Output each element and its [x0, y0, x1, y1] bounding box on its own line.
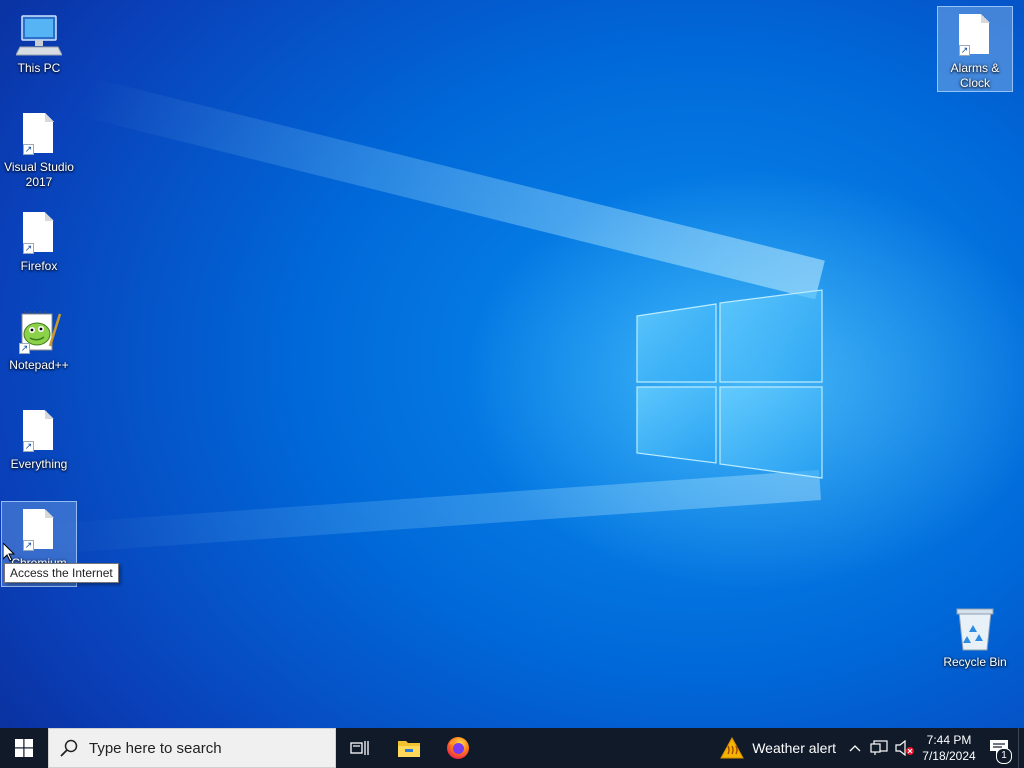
start-button[interactable] [0, 728, 48, 768]
shortcut-arrow-icon: ↗ [23, 243, 34, 254]
firefox-icon [447, 737, 469, 759]
desktop-icon-this-pc[interactable]: This PC [1, 6, 77, 92]
volume-tray-button[interactable] [892, 728, 918, 768]
taskbar: Type here to search Weather alert 7:44 P… [0, 728, 1024, 768]
notification-count-badge: 1 [996, 748, 1012, 764]
network-tray-button[interactable] [866, 728, 892, 768]
desktop-icon-notepadpp[interactable]: ↗ Notepad++ [1, 303, 77, 389]
search-placeholder: Type here to search [89, 739, 222, 757]
shortcut-arrow-icon: ↗ [23, 144, 34, 155]
desktop-icon-alarms-clock[interactable]: ↗ Alarms & Clock [937, 6, 1013, 92]
mouse-cursor-icon [3, 543, 15, 562]
desktop-background: This PC ↗ Visual Studio 2017 ↗ Firefox ↗… [0, 0, 1024, 728]
action-center-button[interactable]: 1 [980, 728, 1018, 768]
desktop-icon-label: Everything [10, 457, 68, 471]
shortcut-arrow-icon: ↗ [19, 343, 30, 354]
file-shortcut-icon: ↗ [15, 209, 63, 257]
desktop-icon-firefox[interactable]: ↗ Firefox [1, 204, 77, 290]
firefox-taskbar-button[interactable] [434, 728, 482, 768]
desktop-icon-label: Firefox [20, 259, 58, 273]
file-explorer-button[interactable] [384, 728, 434, 768]
search-icon [49, 739, 89, 757]
shortcut-arrow-icon: ↗ [23, 441, 34, 452]
recycle-bin-icon [951, 605, 999, 653]
file-shortcut-icon: ↗ [15, 110, 63, 158]
desktop-icon-label: Recycle Bin [943, 655, 1007, 669]
network-icon [870, 740, 888, 755]
weather-label: Weather alert [752, 740, 836, 756]
windows-logo-wallpaper [636, 289, 823, 479]
taskbar-clock[interactable]: 7:44 PM 7/18/2024 [918, 728, 980, 768]
task-view-icon [350, 741, 369, 755]
clock-time: 7:44 PM [926, 733, 972, 747]
shortcut-arrow-icon: ↗ [959, 45, 970, 56]
desktop-icon-everything[interactable]: ↗ Everything [1, 402, 77, 488]
file-shortcut-icon: ↗ [15, 506, 63, 554]
taskbar-search-box[interactable]: Type here to search [48, 728, 336, 768]
shortcut-arrow-icon: ↗ [23, 540, 34, 551]
warning-icon [720, 737, 745, 759]
desktop-icon-label: Alarms & Clock [950, 61, 1000, 90]
show-desktop-button[interactable] [1018, 728, 1024, 768]
desktop-icon-visual-studio-2017[interactable]: ↗ Visual Studio 2017 [1, 105, 77, 191]
weather-widget[interactable]: Weather alert [712, 728, 844, 768]
notepadpp-icon: ↗ [15, 308, 63, 356]
desktop-icon-label: Notepad++ [9, 358, 69, 372]
desktop-icon-label: This PC [17, 61, 61, 75]
task-view-button[interactable] [336, 728, 384, 768]
computer-icon [15, 11, 63, 59]
chevron-up-icon [849, 745, 861, 752]
folder-icon [398, 741, 420, 757]
file-shortcut-icon: ↗ [951, 11, 999, 59]
clock-date: 7/18/2024 [922, 749, 976, 763]
desktop-icon-recycle-bin[interactable]: Recycle Bin [937, 600, 1013, 686]
show-hidden-icons-button[interactable] [844, 728, 866, 768]
light-beam [77, 76, 825, 300]
file-shortcut-icon: ↗ [15, 407, 63, 455]
tooltip: Access the Internet [4, 563, 119, 583]
volume-muted-icon [895, 740, 914, 756]
desktop-icon-label: Visual Studio 2017 [4, 160, 74, 189]
windows-start-icon [15, 739, 33, 757]
